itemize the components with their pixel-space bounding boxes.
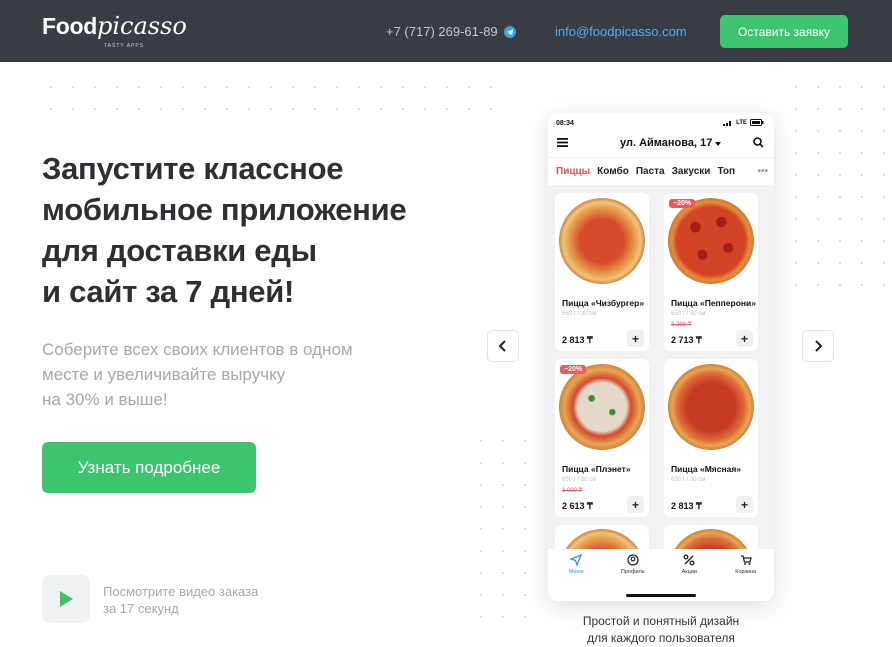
product-price: 2 613 ₸ bbox=[562, 501, 593, 511]
learn-more-button[interactable]: Узнать подробнее bbox=[42, 442, 256, 493]
search-icon[interactable] bbox=[753, 137, 764, 148]
caption-line: Простой и понятный дизайн bbox=[582, 614, 740, 628]
product-price: 2 813 ₸ bbox=[562, 335, 593, 345]
caption-line: для каждого пользователя bbox=[587, 631, 735, 645]
more-categories-icon[interactable]: ••• bbox=[754, 166, 768, 177]
caret-down-icon bbox=[715, 142, 722, 146]
headline-line: Запустите классное bbox=[42, 151, 344, 186]
category-tabs: Пиццы Комбо Паста Закуски Топ ••• bbox=[548, 157, 774, 185]
leave-request-button[interactable]: Оставить заявку bbox=[720, 15, 848, 48]
product-card[interactable]: Пицца «Мясная» 650 г / 30 см 2 813 ₸ + bbox=[664, 359, 758, 517]
home-indicator bbox=[626, 594, 696, 597]
category-tab-top[interactable]: Топ bbox=[717, 166, 735, 177]
pizza-image bbox=[559, 364, 645, 450]
product-name: Пицца «Мясная» bbox=[671, 464, 742, 474]
add-to-cart-button[interactable]: + bbox=[627, 330, 644, 347]
product-meta: 650 г / 30 см bbox=[562, 311, 597, 317]
carousel-next-button[interactable] bbox=[802, 330, 834, 362]
hamburger-menu-icon[interactable] bbox=[557, 138, 568, 147]
signal-icon bbox=[723, 120, 732, 126]
cart-icon bbox=[740, 555, 752, 565]
tab-label: Меню bbox=[568, 569, 584, 575]
tab-menu[interactable]: Меню bbox=[551, 554, 601, 601]
percent-icon bbox=[683, 554, 695, 566]
status-indicators: LTE bbox=[723, 119, 764, 126]
phone-mockup: 08:34 LTE ул. Айманова, 17 Пиццы Комбо П… bbox=[548, 113, 774, 601]
product-grid: Пицца «Чизбургер» 650 г / 30 см 2 813 ₸ … bbox=[548, 185, 774, 555]
chevron-right-icon bbox=[815, 340, 823, 352]
product-price: 2 813 ₸ bbox=[671, 501, 702, 511]
tab-cart[interactable]: Корзина bbox=[721, 554, 771, 601]
logo[interactable]: Foodpicasso TASTY APPS bbox=[42, 12, 187, 49]
product-name: Пицца «Пепперони» bbox=[671, 298, 757, 308]
tab-label: Корзина bbox=[735, 569, 757, 575]
add-to-cart-button[interactable]: + bbox=[736, 496, 753, 513]
status-time: 08:34 bbox=[556, 120, 574, 127]
logo-tagline: TASTY APPS bbox=[104, 43, 145, 49]
play-icon bbox=[60, 591, 73, 607]
hero-subtext: Соберите всех своих клиентов в одном мес… bbox=[42, 337, 353, 412]
product-card[interactable]: −20% Пицца «Пепперони» 650 г / 30 см 3 2… bbox=[664, 193, 758, 351]
subtext-line: месте и увеличивайте выручку bbox=[42, 365, 286, 384]
product-meta: 650 г / 30 см bbox=[562, 477, 597, 483]
product-meta: 650 г / 30 см bbox=[671, 477, 706, 483]
discount-badge: −20% bbox=[560, 365, 587, 374]
dot-pattern-bottom bbox=[470, 430, 540, 630]
old-price: 3 000 ₸ bbox=[562, 488, 583, 494]
header-phone[interactable]: +7 (717) 269-61-89 bbox=[386, 24, 516, 39]
address-text: ул. Айманова, 17 bbox=[620, 137, 713, 149]
telegram-icon[interactable] bbox=[503, 25, 516, 38]
logo-bold-text: Food bbox=[42, 13, 97, 39]
product-card[interactable]: Пицца «Чизбургер» 650 г / 30 см 2 813 ₸ … bbox=[555, 193, 649, 351]
headline-line: и сайт за 7 дней! bbox=[42, 274, 295, 309]
profile-icon bbox=[627, 554, 639, 566]
product-name: Пицца «Чизбургер» bbox=[562, 298, 645, 308]
hero-headline: Запустите классное мобильное приложение … bbox=[42, 148, 407, 312]
category-tab-snacks[interactable]: Закуски bbox=[672, 166, 711, 177]
carousel-prev-button[interactable] bbox=[487, 330, 519, 362]
add-to-cart-button[interactable]: + bbox=[627, 496, 644, 513]
pizza-image bbox=[668, 198, 754, 284]
old-price: 3 290 ₸ bbox=[671, 322, 692, 328]
add-to-cart-button[interactable]: + bbox=[736, 330, 753, 347]
product-name: Пицца «Плэнет» bbox=[562, 464, 631, 474]
subtext-line: на 30% и выше! bbox=[42, 390, 168, 409]
menu-plane-icon bbox=[570, 554, 583, 566]
video-caption[interactable]: Посмотрите видео заказа за 17 секунд bbox=[103, 583, 258, 617]
product-card[interactable]: −20% Пицца «Плэнет» 650 г / 30 см 3 000 … bbox=[555, 359, 649, 517]
pizza-image bbox=[668, 364, 754, 450]
dot-pattern-right bbox=[785, 76, 885, 296]
headline-line: мобильное приложение bbox=[42, 192, 407, 227]
category-tab-combo[interactable]: Комбо bbox=[597, 166, 629, 177]
logo-script-text: picasso bbox=[97, 12, 187, 40]
tab-label: Акции bbox=[681, 569, 697, 575]
tab-label: Профиль bbox=[620, 569, 645, 575]
category-tab-pasta[interactable]: Паста bbox=[636, 166, 665, 177]
delivery-address[interactable]: ул. Айманова, 17 bbox=[620, 137, 722, 149]
phone-number[interactable]: +7 (717) 269-61-89 bbox=[386, 24, 498, 39]
headline-line: для доставки еды bbox=[42, 233, 317, 268]
header-email-link[interactable]: info@foodpicasso.com bbox=[555, 24, 687, 39]
product-meta: 650 г / 30 см bbox=[671, 311, 706, 317]
discount-badge: −20% bbox=[669, 199, 696, 208]
chevron-left-icon bbox=[498, 340, 506, 352]
phone-caption: Простой и понятный дизайн для каждого по… bbox=[548, 613, 774, 647]
network-label: LTE bbox=[736, 119, 747, 126]
subtext-line: Соберите всех своих клиентов в одном bbox=[42, 340, 353, 359]
product-price: 2 713 ₸ bbox=[671, 335, 702, 345]
video-caption-line: Посмотрите видео заказа bbox=[103, 584, 259, 599]
pizza-image bbox=[559, 198, 645, 284]
video-caption-line: за 17 секунд bbox=[103, 601, 179, 616]
dot-pattern-top bbox=[40, 76, 510, 116]
category-tab-pizza[interactable]: Пиццы bbox=[556, 166, 590, 177]
top-bar: Foodpicasso TASTY APPS +7 (717) 269-61-8… bbox=[0, 0, 892, 62]
play-video-button[interactable] bbox=[42, 575, 90, 623]
battery-icon bbox=[750, 119, 764, 126]
